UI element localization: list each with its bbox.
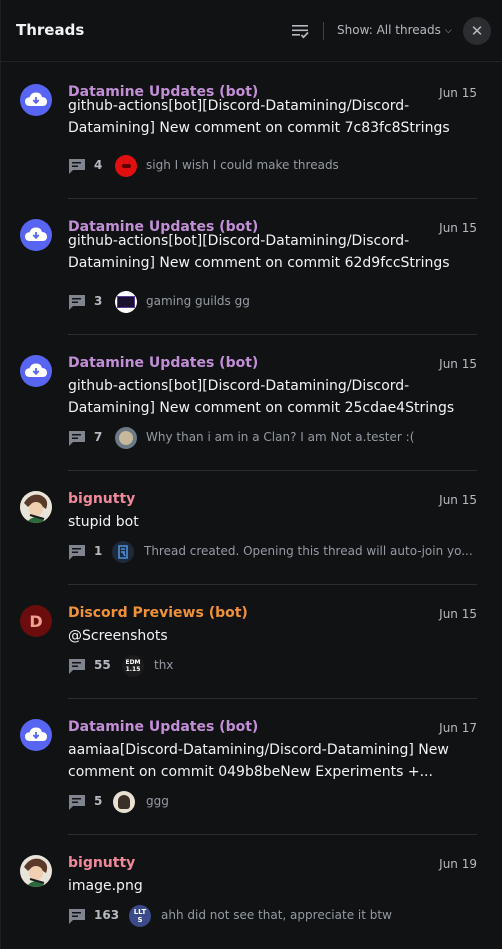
thread-item[interactable]: Datamine Updates (bot) Jun 15 github-act… [1,62,502,199]
thread-meta: 5 ggg [68,791,478,813]
thread-author[interactable]: Discord Previews (bot) [68,605,248,621]
last-message-preview: thx [154,658,174,672]
message-count: 7 [94,430,103,444]
message-count-icon [69,909,85,924]
thread-date: Jun 15 [439,607,477,621]
avatar[interactable] [20,491,52,523]
message-count: 3 [94,294,103,308]
thread-date: Jun 17 [439,721,477,735]
message-count: 5 [94,794,103,808]
last-message-avatar [115,155,137,177]
avatar-badge-text: LLTS [133,908,147,924]
thread-item[interactable]: Datamine Updates (bot) Jun 17 aamiaa[Dis… [1,699,502,835]
panel-title: Threads [16,21,85,39]
thread-item[interactable]: Datamine Updates (bot) Jun 15 github-act… [1,199,502,335]
thread-author[interactable]: Datamine Updates (bot) [68,719,258,735]
message-count-icon [69,659,85,674]
thread-author[interactable]: bignutty [68,855,135,871]
last-message-preview: ahh did not see that, appreciate it btw [161,908,392,922]
threads-panel: Threads Show: All threads ⌵ ✕ Datamine Up… [0,0,502,949]
last-message-preview: Thread created. Opening this thread will… [144,544,473,558]
thread-message: @Screenshots [68,628,168,644]
message-count-icon [69,159,85,174]
avatar[interactable] [20,84,52,116]
close-button[interactable]: ✕ [463,17,491,45]
thread-message: image.png [68,878,143,894]
avatar-badge-text: EDM 1.15 [125,659,141,673]
avatar[interactable]: D [20,605,52,637]
message-count: 163 [94,908,120,922]
last-message-preview: sigh I wish I could make threads [146,158,339,172]
avatar[interactable] [20,219,52,251]
message-count: 1 [94,544,103,558]
avatar-letter: D [29,611,43,631]
message-count-icon [69,295,85,310]
thread-meta: 163 LLTS ahh did not see that, appreciat… [68,905,478,927]
header-divider [323,22,324,40]
show-filter-label: Show: All threads [337,23,441,37]
threads-header: Threads Show: All threads ⌵ ✕ [1,0,502,62]
thread-author[interactable]: bignutty [68,491,135,507]
message-count-icon [69,431,85,446]
thread-author[interactable]: Datamine Updates (bot) [68,355,258,371]
last-message-avatar [115,291,137,313]
last-message-preview: Why than i am in a Clan? I am Not a.test… [146,430,415,444]
thread-meta: 7 Why than i am in a Clan? I am Not a.te… [68,427,478,449]
bot-logo-icon [118,545,128,559]
thread-meta: 3 gaming guilds gg [68,291,478,313]
thread-item[interactable]: bignutty Jun 19 image.png 163 LLTS ahh d… [1,835,502,949]
thread-date: Jun 15 [439,357,477,371]
avatar[interactable] [20,719,52,751]
thread-meta: 55 EDM 1.15 thx [68,655,478,677]
thread-date: Jun 19 [439,857,477,871]
thread-message: github-actions[bot][Discord-Datamining/D… [68,378,455,416]
show-filter-dropdown[interactable]: Show: All threads ⌵ [337,23,452,37]
last-message-avatar [112,541,134,563]
user-avatar-image [20,855,52,887]
cloud-download-icon [25,363,47,377]
thread-date: Jun 15 [439,493,477,507]
thread-item[interactable]: bignutty Jun 15 stupid bot 1 Thread crea… [1,471,502,585]
chevron-down-icon: ⌵ [444,26,452,36]
last-message-avatar [113,791,135,813]
thread-item[interactable]: Datamine Updates (bot) Jun 15 github-act… [1,335,502,471]
avatar[interactable] [20,855,52,887]
thread-meta: 4 sigh I wish I could make threads [68,155,478,177]
thread-message: github-actions[bot][Discord-Datamining/D… [68,98,450,136]
avatar[interactable] [20,355,52,387]
last-message-avatar: EDM 1.15 [122,655,144,677]
thread-item[interactable]: D Discord Previews (bot) Jun 15 @Screens… [1,585,502,699]
user-avatar-image [20,491,52,523]
thread-message: aamiaa[Discord-Datamining/Discord-Datami… [68,742,449,780]
close-icon: ✕ [470,22,484,40]
message-count: 4 [94,158,103,172]
thread-message: github-actions[bot][Discord-Datamining/D… [68,233,450,271]
last-message-avatar: LLTS [129,905,151,927]
sort-filter-icon[interactable] [290,21,310,41]
cloud-download-icon [25,227,47,241]
thread-meta: 1 Thread created. Opening this thread wi… [68,541,478,563]
thread-message: stupid bot [68,514,139,530]
cloud-download-icon [25,727,47,741]
cloud-download-icon [25,92,47,106]
last-message-avatar [115,427,137,449]
last-message-preview: ggg [146,794,169,808]
last-message-preview: gaming guilds gg [146,294,250,308]
message-count-icon [69,795,85,810]
message-count-icon [69,545,85,560]
message-count: 55 [94,658,111,672]
